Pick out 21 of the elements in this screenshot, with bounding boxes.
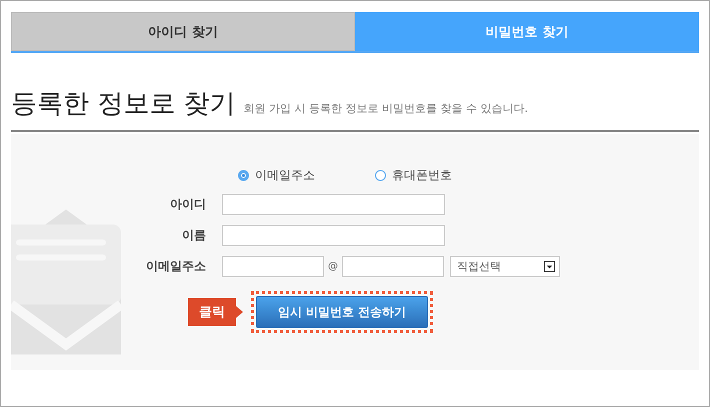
- click-callout: 클릭: [188, 298, 243, 326]
- input-field[interactable]: [222, 225, 445, 246]
- caret-icon: [544, 261, 555, 272]
- domain-select[interactable]: 직접선택: [450, 256, 560, 277]
- send-password-button[interactable]: 임시 비밀번호 전송하기: [256, 296, 428, 328]
- input-field[interactable]: [222, 194, 445, 215]
- radio-button[interactable]: [238, 170, 249, 181]
- field-label: 아이디: [169, 196, 207, 213]
- field-label: 이메일주소: [145, 258, 207, 275]
- page-subtitle: 회원 가입 시 등록한 정보로 비밀번호를 찾을 수 있습니다.: [244, 101, 528, 116]
- email-id-field[interactable]: [222, 256, 324, 277]
- radio-option[interactable]: 휴대폰번호: [375, 167, 452, 184]
- tab[interactable]: 아이디 찾기: [11, 12, 355, 51]
- radio-button[interactable]: [375, 170, 386, 181]
- field-label: 이름: [181, 227, 207, 244]
- page-title: 등록한 정보로 찾기: [11, 88, 236, 121]
- radio-option[interactable]: 이메일주소: [238, 167, 315, 184]
- radio-label: 이메일주소: [255, 167, 315, 184]
- radio-label: 휴대폰번호: [392, 167, 452, 184]
- at-sign: @: [328, 261, 338, 272]
- email-domain-field[interactable]: [342, 256, 444, 277]
